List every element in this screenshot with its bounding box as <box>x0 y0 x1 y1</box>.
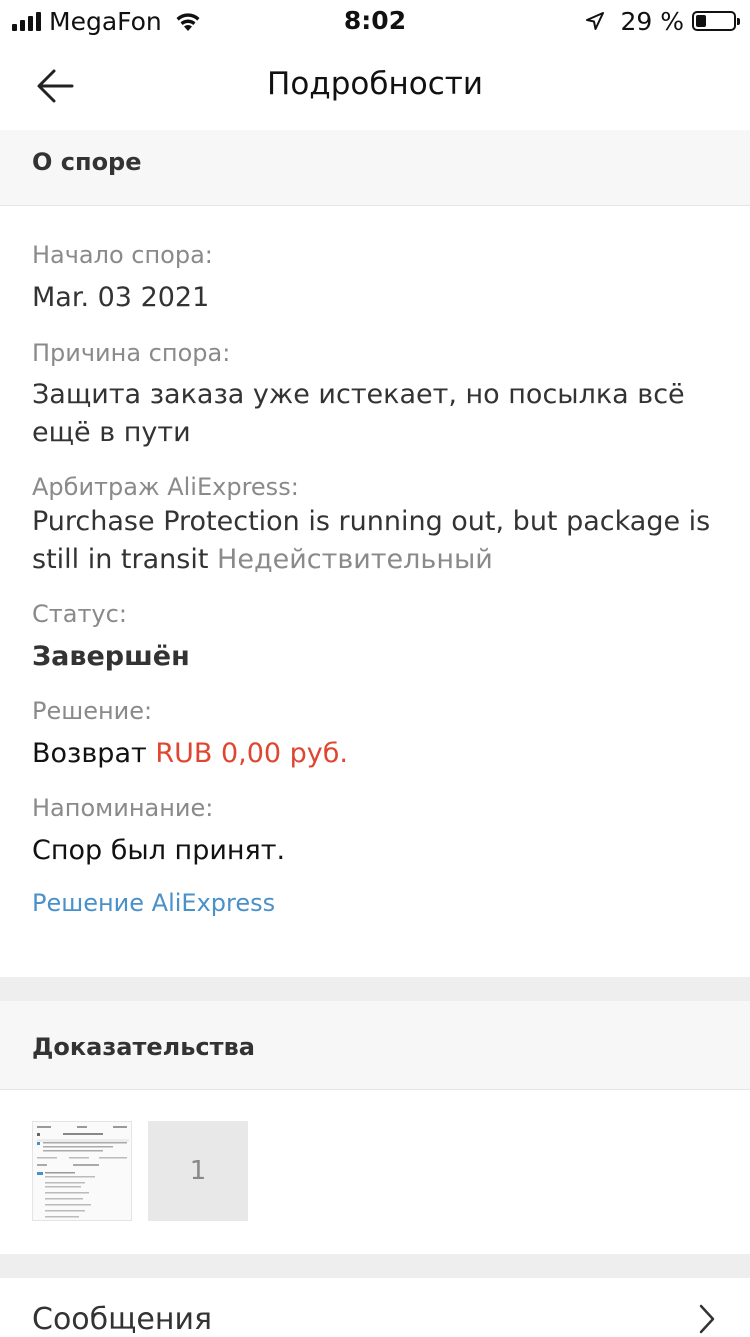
decision-label: Решение: <box>32 697 153 725</box>
status-bar-right: 29 % <box>586 6 740 36</box>
section-divider <box>0 977 750 1001</box>
dispute-section-title: О споре <box>32 148 142 176</box>
messages-label: Сообщения <box>32 1302 213 1337</box>
location-arrow-icon <box>586 12 605 30</box>
aliexpress-decision-link[interactable]: Решение AliExpress <box>32 889 275 917</box>
chevron-right-icon <box>699 1304 715 1334</box>
dispute-start-value: Mar. 03 2021 <box>32 282 210 313</box>
screenshot-thumbnail-image <box>33 1122 131 1220</box>
arbitration-status-text: Недействительный <box>217 544 493 575</box>
decision-prefix: Возврат <box>32 738 147 769</box>
status-label: Статус: <box>32 600 127 628</box>
status-bar: MegaFon 8:02 29 % <box>0 0 750 40</box>
reminder-label: Напоминание: <box>32 794 214 822</box>
refund-amount: RUB 0,00 руб. <box>155 738 349 769</box>
evidence-more-count[interactable]: 1 <box>148 1121 248 1221</box>
page-title: Подробности <box>267 66 483 102</box>
battery-percentage: 29 % <box>620 6 684 36</box>
dispute-section-header: О споре <box>0 130 750 206</box>
battery-icon <box>692 11 740 31</box>
evidence-image-thumbnail[interactable] <box>32 1121 132 1221</box>
arbitration-label: Арбитраж AliExpress: <box>32 473 299 501</box>
evidence-section-title: Доказательства <box>32 1033 255 1061</box>
battery-fill <box>696 15 706 27</box>
evidence-section-header: Доказательства <box>0 1001 750 1090</box>
arbitration-value: Purchase Protection is running out, but … <box>32 503 722 579</box>
dispute-reason-label: Причина спора: <box>32 339 231 367</box>
dispute-reason-value: Защита заказа уже истекает, но посылка в… <box>32 379 685 448</box>
battery-cap <box>737 18 740 25</box>
status-value: Завершён <box>32 641 190 672</box>
app-header: Подробности <box>0 40 750 130</box>
dispute-start-label: Начало спора: <box>32 241 213 269</box>
reminder-value: Спор был принят. <box>32 835 286 866</box>
section-divider-2 <box>0 1254 750 1278</box>
messages-row[interactable]: Сообщения <box>0 1278 750 1337</box>
decision-value: Возврат RUB 0,00 руб. <box>32 735 722 773</box>
